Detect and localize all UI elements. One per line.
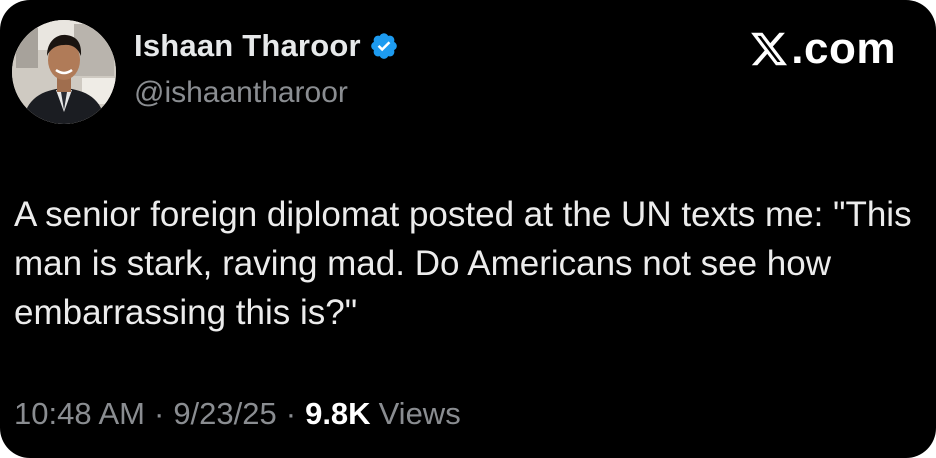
profile-photo (12, 20, 116, 124)
views-count: 9.8K (305, 396, 371, 431)
tweet-card: Ishaan Tharoor @ishaantharoor .com A sen… (0, 0, 936, 458)
tweet-date[interactable]: 9/23/25 (173, 396, 276, 432)
tweet-meta: 10:48 AM · 9/23/25 · 9.8K Views (14, 396, 461, 432)
verified-badge-icon (369, 31, 399, 61)
x-logo-icon (751, 32, 788, 66)
meta-separator: · (153, 396, 165, 431)
views-label: Views (378, 396, 461, 431)
avatar[interactable] (12, 20, 116, 124)
author-handle[interactable]: @ishaantharoor (134, 76, 348, 110)
tweet-time[interactable]: 10:48 AM (14, 396, 145, 432)
author-name[interactable]: Ishaan Tharoor (134, 28, 361, 64)
brand-watermark: .com (749, 24, 896, 74)
brand-label: .com (791, 24, 896, 73)
tweet-text: A senior foreign diplomat posted at the … (14, 195, 912, 332)
author-row: Ishaan Tharoor (134, 28, 399, 64)
meta-separator: · (285, 396, 297, 431)
